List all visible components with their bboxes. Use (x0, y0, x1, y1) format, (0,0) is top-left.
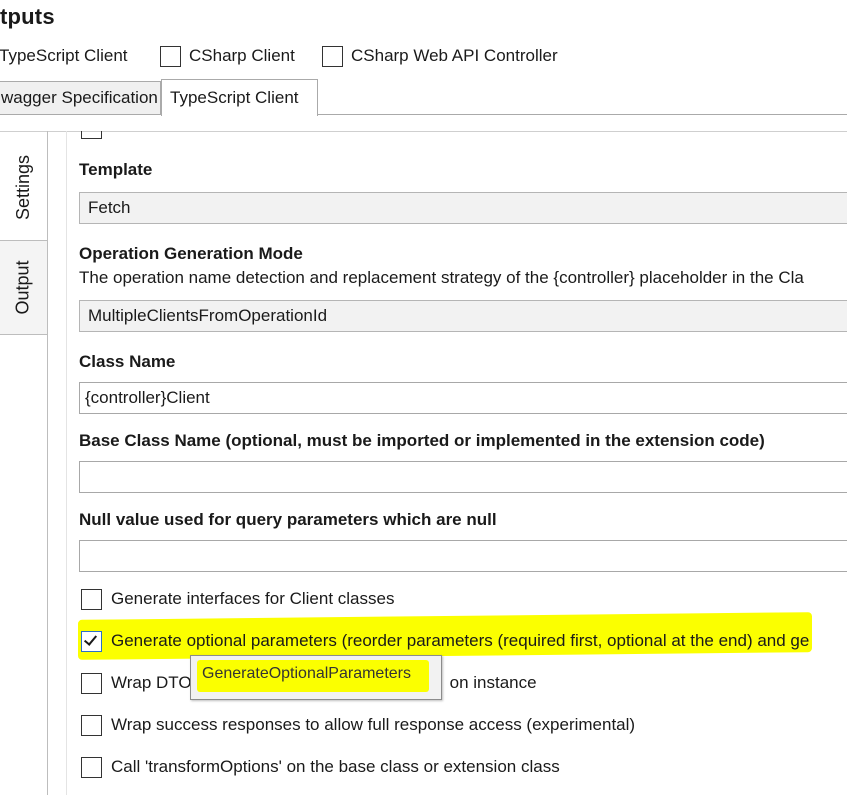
tab-swagger-specification[interactable]: wagger Specification (0, 81, 161, 114)
null-value-label: Null value used for query parameters whi… (79, 510, 497, 529)
option-label: Generate interfaces for Client classes (111, 589, 395, 608)
content-border (0, 131, 847, 132)
base-class-name-input[interactable] (79, 461, 847, 493)
checkbox-box[interactable] (322, 45, 343, 67)
checkbox-box[interactable] (81, 588, 102, 610)
template-select[interactable]: Fetch (79, 192, 847, 224)
scroll-area-border (66, 131, 67, 795)
operation-mode-description: The operation name detection and replace… (79, 268, 804, 287)
template-label: Template (79, 160, 153, 179)
option-wrap-success-responses[interactable]: Wrap success responses to allow full res… (81, 713, 635, 737)
operation-mode-label: Operation Generation Mode (79, 244, 303, 263)
tab-typescript-client[interactable]: TypeScript Client (161, 79, 318, 116)
checkbox-box[interactable] (81, 672, 102, 694)
tab-strip-border (0, 114, 847, 115)
option-label: Call 'transformOptions' on the base clas… (111, 757, 560, 776)
base-class-name-label: Base Class Name (optional, must be impor… (79, 431, 765, 450)
class-name-label: Class Name (79, 352, 176, 371)
side-tab-settings[interactable]: Settings (0, 138, 47, 236)
checkbox-box[interactable] (81, 756, 102, 778)
operation-mode-select[interactable]: MultipleClientsFromOperationId (79, 300, 847, 332)
checkbox-csharp-web-api-controller[interactable]: CSharp Web API Controller (322, 44, 558, 68)
option-generate-optional-parameters[interactable]: Generate optional parameters (reorder pa… (81, 629, 809, 653)
checkbox-csharp-client[interactable]: CSharp Client (160, 44, 295, 68)
checkbox-typescript-client[interactable]: TypeScript Client (0, 44, 128, 68)
side-tab-label: Settings (13, 154, 34, 220)
side-tab-output[interactable]: Output (0, 240, 47, 335)
option-call-transform-options[interactable]: Call 'transformOptions' on the base clas… (81, 755, 560, 779)
option-label: Generate optional parameters (reorder pa… (111, 631, 810, 650)
checkbox-box[interactable] (160, 45, 181, 67)
option-label: Wrap DTO (111, 673, 192, 692)
checkbox-box[interactable] (81, 714, 102, 736)
checkbox-label: CSharp Client (189, 46, 295, 65)
tab-label: wagger Specification (1, 88, 158, 107)
side-tab-rail (47, 131, 48, 795)
check-icon[interactable] (81, 630, 102, 652)
checkbox-label: TypeScript Client (0, 46, 128, 65)
tab-label: TypeScript Client (170, 88, 299, 107)
partial-checkbox[interactable] (81, 131, 102, 139)
checkbox-label: CSharp Web API Controller (351, 46, 558, 65)
class-name-input[interactable]: {controller}Client (79, 382, 847, 414)
section-title: tputs (0, 4, 55, 29)
tooltip-text: GenerateOptionalParameters (202, 665, 411, 682)
option-label-tail: on instance (449, 673, 537, 692)
option-label: Wrap success responses to allow full res… (111, 715, 636, 734)
option-generate-interfaces[interactable]: Generate interfaces for Client classes (81, 587, 394, 611)
side-tab-label: Output (13, 260, 34, 315)
null-value-input[interactable] (79, 540, 847, 572)
